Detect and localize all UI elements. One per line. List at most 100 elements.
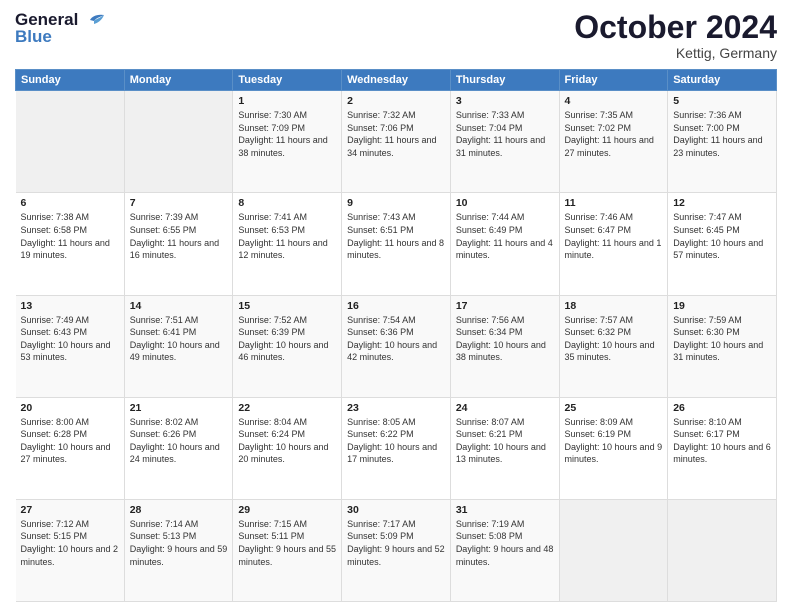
table-row: 20 Sunrise: 8:00 AMSunset: 6:28 PMDayligh… [16, 397, 125, 499]
calendar-header: Sunday Monday Tuesday Wednesday Thursday… [16, 70, 777, 91]
table-row [668, 499, 777, 601]
day-number: 3 [456, 95, 554, 107]
day-number: 28 [130, 504, 228, 516]
table-row: 12 Sunrise: 7:47 AMSunset: 6:45 PMDayligh… [668, 193, 777, 295]
table-row: 1 Sunrise: 7:30 AMSunset: 7:09 PMDaylight… [233, 91, 342, 193]
day-number: 8 [238, 197, 336, 209]
table-row: 9 Sunrise: 7:43 AMSunset: 6:51 PMDaylight… [342, 193, 451, 295]
table-row [559, 499, 668, 601]
table-row: 3Sunrise: 7:33 AMSunset: 7:04 PMDaylight… [450, 91, 559, 193]
day-info: Sunrise: 8:00 AMSunset: 6:28 PMDaylight:… [21, 416, 119, 466]
day-info: Sunrise: 7:36 AMSunset: 7:00 PMDaylight:… [673, 109, 771, 159]
day-info: Sunrise: 8:04 AMSunset: 6:24 PMDaylight:… [238, 416, 336, 466]
day-number: 1 [238, 95, 336, 107]
logo: General Blue [15, 10, 104, 47]
location: Kettig, Germany [574, 45, 777, 61]
day-info: Sunrise: 8:02 AMSunset: 6:26 PMDaylight:… [130, 416, 228, 466]
day-number: 26 [673, 402, 771, 414]
day-number: 21 [130, 402, 228, 414]
header-wednesday: Wednesday [342, 70, 451, 91]
header-friday: Friday [559, 70, 668, 91]
day-info: Sunrise: 7:35 AMSunset: 7:02 PMDaylight:… [565, 109, 663, 159]
day-number: 20 [21, 402, 119, 414]
day-info: Sunrise: 7:51 AMSunset: 6:41 PMDaylight:… [130, 314, 228, 364]
table-row: 19 Sunrise: 7:59 AMSunset: 6:30 PMDayligh… [668, 295, 777, 397]
day-info: Sunrise: 7:47 AMSunset: 6:45 PMDaylight:… [673, 211, 771, 261]
table-row: 10 Sunrise: 7:44 AMSunset: 6:49 PMDayligh… [450, 193, 559, 295]
day-info: Sunrise: 8:09 AMSunset: 6:19 PMDaylight:… [565, 416, 663, 466]
day-number: 30 [347, 504, 445, 516]
day-number: 17 [456, 300, 554, 312]
table-row: 28 Sunrise: 7:14 AMSunset: 5:13 PMDayligh… [124, 499, 233, 601]
day-info: Sunrise: 7:12 AMSunset: 5:15 PMDaylight:… [21, 518, 119, 568]
day-number: 23 [347, 402, 445, 414]
day-info: Sunrise: 8:07 AMSunset: 6:21 PMDaylight:… [456, 416, 554, 466]
day-number: 29 [238, 504, 336, 516]
header-tuesday: Tuesday [233, 70, 342, 91]
day-info: Sunrise: 7:43 AMSunset: 6:51 PMDaylight:… [347, 211, 445, 261]
day-info: Sunrise: 7:44 AMSunset: 6:49 PMDaylight:… [456, 211, 554, 261]
day-info: Sunrise: 7:46 AMSunset: 6:47 PMDaylight:… [565, 211, 663, 261]
table-row: 26 Sunrise: 8:10 AMSunset: 6:17 PMDayligh… [668, 397, 777, 499]
day-number: 7 [130, 197, 228, 209]
table-row: 17 Sunrise: 7:56 AMSunset: 6:34 PMDayligh… [450, 295, 559, 397]
day-info: Sunrise: 7:57 AMSunset: 6:32 PMDaylight:… [565, 314, 663, 364]
day-number: 13 [21, 300, 119, 312]
day-info: Sunrise: 8:05 AMSunset: 6:22 PMDaylight:… [347, 416, 445, 466]
day-number: 16 [347, 300, 445, 312]
table-row: 7 Sunrise: 7:39 AMSunset: 6:55 PMDaylight… [124, 193, 233, 295]
header-thursday: Thursday [450, 70, 559, 91]
header-monday: Monday [124, 70, 233, 91]
page: General Blue October 2024 Kettig, German… [0, 0, 792, 612]
day-info: Sunrise: 7:17 AMSunset: 5:09 PMDaylight:… [347, 518, 445, 568]
day-info: Sunrise: 7:52 AMSunset: 6:39 PMDaylight:… [238, 314, 336, 364]
day-info: Sunrise: 7:41 AMSunset: 6:53 PMDaylight:… [238, 211, 336, 261]
month-title: October 2024 [574, 10, 777, 45]
table-row: 30 Sunrise: 7:17 AMSunset: 5:09 PMDayligh… [342, 499, 451, 601]
header-sunday: Sunday [16, 70, 125, 91]
day-number: 5 [673, 95, 771, 107]
table-row: 31Sunrise: 7:19 AMSunset: 5:08 PMDayligh… [450, 499, 559, 601]
day-number: 24 [456, 402, 554, 414]
day-info: Sunrise: 7:39 AMSunset: 6:55 PMDaylight:… [130, 211, 228, 261]
table-row: 4Sunrise: 7:35 AMSunset: 7:02 PMDaylight… [559, 91, 668, 193]
day-number: 10 [456, 197, 554, 209]
table-row: 2Sunrise: 7:32 AMSunset: 7:06 PMDaylight… [342, 91, 451, 193]
day-info: Sunrise: 7:19 AMSunset: 5:08 PMDaylight:… [456, 518, 554, 568]
day-number: 25 [565, 402, 663, 414]
day-number: 15 [238, 300, 336, 312]
day-info: Sunrise: 7:15 AMSunset: 5:11 PMDaylight:… [238, 518, 336, 568]
table-row: 16 Sunrise: 7:54 AMSunset: 6:36 PMDayligh… [342, 295, 451, 397]
day-info: Sunrise: 7:59 AMSunset: 6:30 PMDaylight:… [673, 314, 771, 364]
day-number: 6 [21, 197, 119, 209]
day-info: Sunrise: 8:10 AMSunset: 6:17 PMDaylight:… [673, 416, 771, 466]
day-number: 12 [673, 197, 771, 209]
day-info: Sunrise: 7:14 AMSunset: 5:13 PMDaylight:… [130, 518, 228, 568]
table-row: 13 Sunrise: 7:49 AMSunset: 6:43 PMDayligh… [16, 295, 125, 397]
table-row: 25 Sunrise: 8:09 AMSunset: 6:19 PMDayligh… [559, 397, 668, 499]
day-number: 22 [238, 402, 336, 414]
day-info: Sunrise: 7:54 AMSunset: 6:36 PMDaylight:… [347, 314, 445, 364]
day-info: Sunrise: 7:38 AMSunset: 6:58 PMDaylight:… [21, 211, 119, 261]
table-row: 29 Sunrise: 7:15 AMSunset: 5:11 PMDayligh… [233, 499, 342, 601]
table-row [124, 91, 233, 193]
table-row: 15 Sunrise: 7:52 AMSunset: 6:39 PMDayligh… [233, 295, 342, 397]
table-row: 27 Sunrise: 7:12 AMSunset: 5:15 PMDayligh… [16, 499, 125, 601]
title-block: October 2024 Kettig, Germany [574, 10, 777, 61]
day-number: 2 [347, 95, 445, 107]
day-info: Sunrise: 7:49 AMSunset: 6:43 PMDaylight:… [21, 314, 119, 364]
table-row: 18 Sunrise: 7:57 AMSunset: 6:32 PMDayligh… [559, 295, 668, 397]
day-number: 9 [347, 197, 445, 209]
calendar-table: Sunday Monday Tuesday Wednesday Thursday… [15, 69, 777, 602]
table-row: 21 Sunrise: 8:02 AMSunset: 6:26 PMDayligh… [124, 397, 233, 499]
header: General Blue October 2024 Kettig, German… [15, 10, 777, 61]
table-row: 8 Sunrise: 7:41 AMSunset: 6:53 PMDaylight… [233, 193, 342, 295]
table-row: 23 Sunrise: 8:05 AMSunset: 6:22 PMDayligh… [342, 397, 451, 499]
day-info: Sunrise: 7:30 AMSunset: 7:09 PMDaylight:… [238, 109, 336, 159]
day-number: 19 [673, 300, 771, 312]
day-number: 18 [565, 300, 663, 312]
day-info: Sunrise: 7:56 AMSunset: 6:34 PMDaylight:… [456, 314, 554, 364]
header-saturday: Saturday [668, 70, 777, 91]
day-number: 27 [21, 504, 119, 516]
calendar-body: 1 Sunrise: 7:30 AMSunset: 7:09 PMDaylight… [16, 91, 777, 602]
